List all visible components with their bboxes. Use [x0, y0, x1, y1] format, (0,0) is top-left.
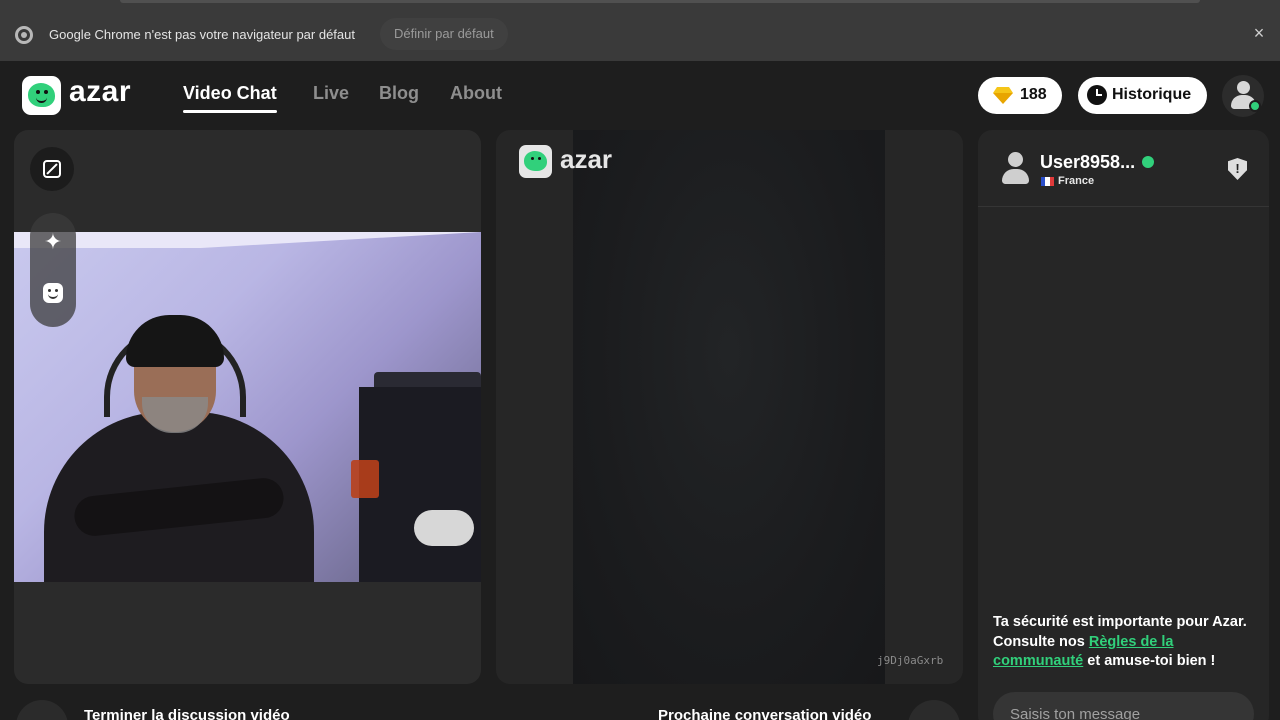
nav-live[interactable]: Live — [313, 83, 349, 104]
safety-text-end: et amuse-toi bien ! — [1083, 653, 1216, 669]
my-camera-feed — [14, 232, 481, 582]
partner-country: France — [1058, 175, 1095, 187]
partner-video-feed — [573, 130, 885, 684]
session-code: j9Dj0aGxrb — [877, 654, 944, 667]
gem-icon — [993, 87, 1013, 104]
default-browser-infobar: Google Chrome n'est pas votre navigateur… — [0, 0, 1280, 61]
brand-name[interactable]: azar — [69, 75, 131, 109]
sparkle-effects-icon[interactable]: ✦ — [42, 231, 64, 253]
next-chat-label[interactable]: Prochaine conversation vidéo — [658, 707, 871, 720]
nav-blog[interactable]: Blog — [379, 83, 419, 104]
tab-strip-edge — [120, 0, 1200, 3]
partner-video-panel: azar j9Dj0aGxrb — [496, 130, 963, 684]
chrome-icon — [15, 26, 33, 44]
site-header: azar Video Chat Live Blog About 188 Hist… — [0, 61, 1280, 125]
watermark-text: azar — [560, 144, 613, 174]
partner-avatar[interactable] — [1000, 152, 1030, 186]
profile-avatar[interactable] — [1222, 75, 1264, 117]
history-button[interactable]: Historique — [1078, 77, 1207, 114]
online-status-dot — [1249, 100, 1261, 112]
infobar-message: Google Chrome n'est pas votre navigateur… — [49, 27, 355, 42]
nav-about[interactable]: About — [450, 83, 502, 104]
nav-video-chat[interactable]: Video Chat — [183, 83, 277, 113]
clock-icon — [1087, 85, 1107, 105]
partner-name[interactable]: User8958... — [1040, 152, 1135, 173]
set-default-button[interactable]: Définir par défaut — [380, 18, 508, 50]
expand-icon[interactable] — [30, 147, 74, 191]
end-chat-button[interactable] — [16, 700, 68, 720]
history-label: Historique — [1112, 86, 1192, 103]
azar-watermark-icon — [519, 145, 552, 178]
close-icon[interactable]: × — [1250, 24, 1268, 42]
divider — [978, 206, 1269, 207]
france-flag-icon — [1041, 177, 1054, 186]
my-video-panel: ✦ — [14, 130, 481, 684]
end-chat-label[interactable]: Terminer la discussion vidéo — [84, 707, 290, 720]
gems-button[interactable]: 188 — [978, 77, 1062, 114]
azar-logo-icon[interactable] — [22, 76, 61, 115]
chat-panel: User8958... France Ta sécurité est impor… — [978, 130, 1269, 720]
report-shield-icon[interactable] — [1228, 158, 1247, 180]
gems-count: 188 — [1020, 86, 1047, 103]
verified-badge-icon — [1142, 156, 1154, 168]
message-input[interactable] — [993, 692, 1254, 720]
sticker-icon[interactable] — [43, 283, 63, 303]
effects-toolbar: ✦ — [30, 213, 76, 327]
next-chat-button[interactable] — [908, 700, 960, 720]
safety-notice: Ta sécurité est importante pour Azar. Co… — [993, 613, 1263, 672]
